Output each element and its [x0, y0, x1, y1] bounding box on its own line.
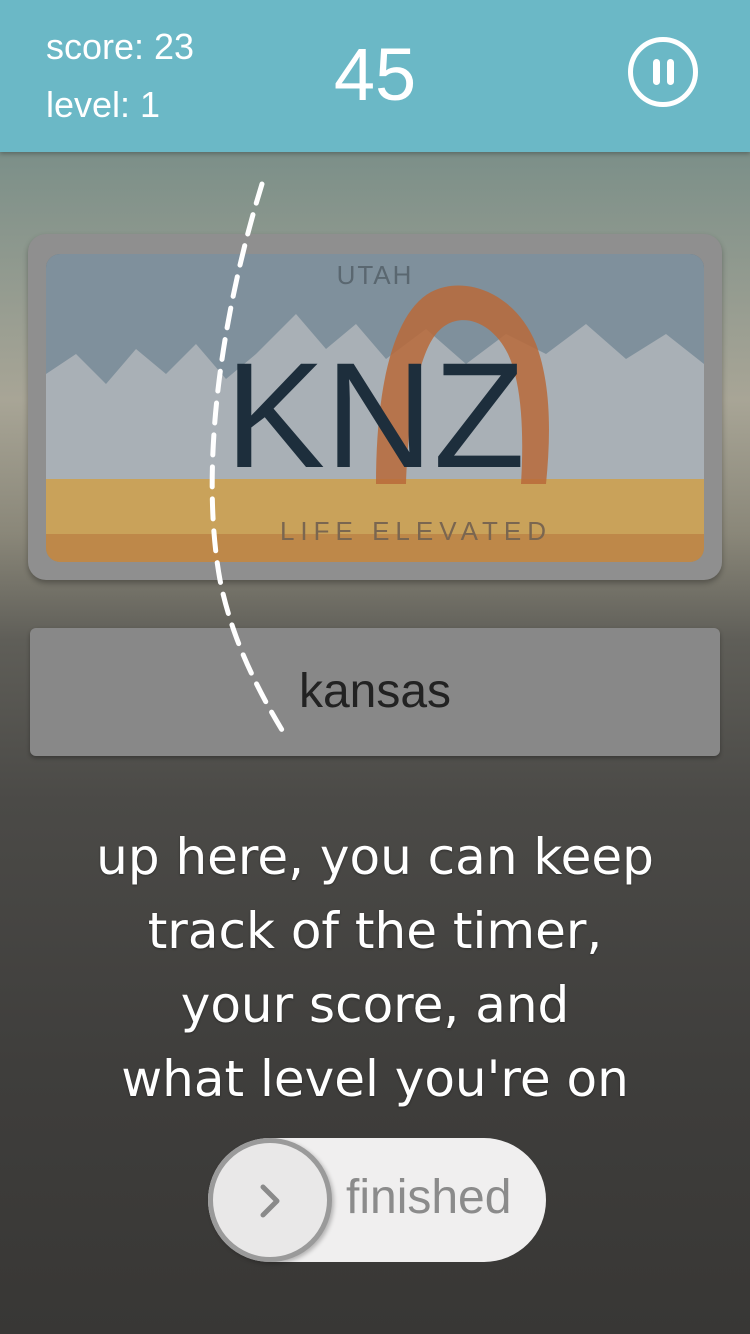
chevron-right-icon [260, 1184, 280, 1218]
score-label: score: 23 [46, 26, 195, 67]
slider-label: finished [346, 1171, 512, 1224]
timer: 45 [333, 33, 417, 116]
tutorial-line: up here, you can keep [96, 828, 654, 886]
answer-box[interactable]: kansas [30, 628, 720, 756]
header-bar: score: 23 level: 1 45 [0, 0, 750, 152]
tutorial-line: what level you're on [121, 1050, 629, 1108]
slider-knob[interactable] [208, 1138, 332, 1262]
pause-button[interactable] [628, 37, 698, 107]
plate-state: UTAH [336, 260, 414, 290]
plate-slogan: LIFE ELEVATED [279, 516, 553, 546]
tutorial-line: your score, and [180, 976, 570, 1034]
finished-slider[interactable]: finished [208, 1138, 546, 1262]
level-label: level: 1 [46, 84, 161, 125]
license-plate: UTAH KNZ LIFE ELEVATED [46, 254, 704, 562]
tutorial-text: up here, you can keep track of the timer… [40, 820, 710, 1116]
answer-text: kansas [298, 665, 452, 718]
plate-number: KNZ [225, 331, 525, 499]
tutorial-line: track of the timer, [147, 902, 603, 960]
